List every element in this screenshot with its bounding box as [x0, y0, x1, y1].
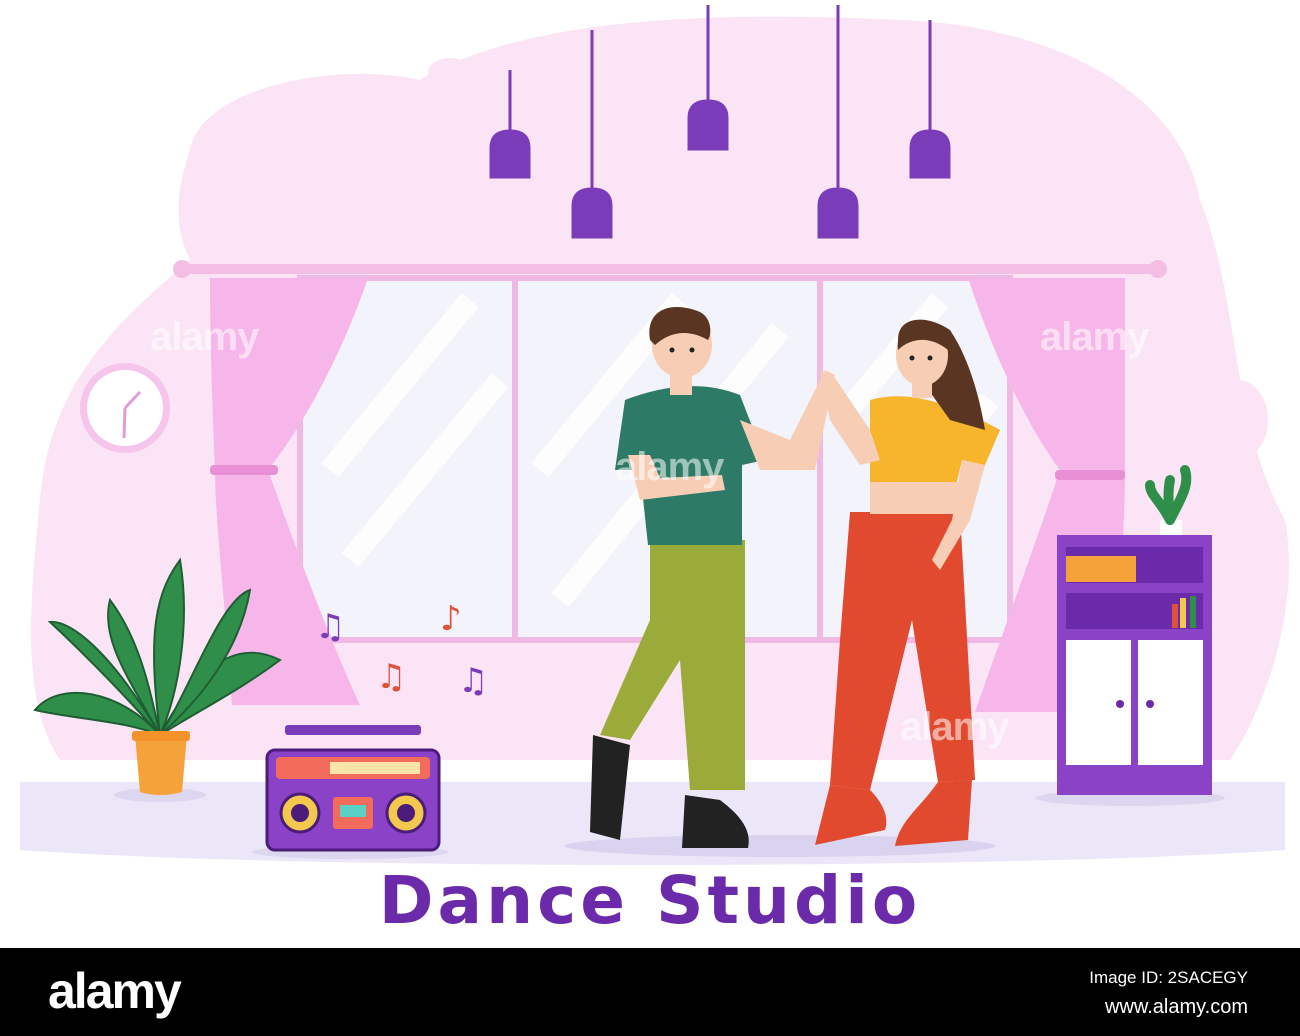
- background-bubble: [428, 58, 472, 86]
- svg-text:♫: ♫: [458, 661, 488, 701]
- svg-text:♫: ♫: [315, 607, 345, 647]
- illustration-title: Dance Studio: [378, 862, 922, 939]
- watermark-text: alamy: [900, 705, 1009, 749]
- curtain-rod: [178, 264, 1164, 274]
- background-bubble: [1208, 380, 1268, 460]
- rod-end: [173, 260, 191, 278]
- curtain-tie: [1055, 470, 1125, 480]
- curtain-tie: [210, 465, 278, 475]
- wall-clock-icon: [80, 363, 170, 453]
- watermark-text: alamy: [1040, 315, 1149, 359]
- watermark-text: alamy: [615, 445, 724, 489]
- watermark-text: alamy: [150, 315, 259, 359]
- rod-end: [1149, 260, 1167, 278]
- alamy-logo: alamy: [48, 963, 182, 1019]
- svg-text:♫: ♫: [376, 657, 406, 697]
- watermark-bar: alamy Image ID: 2SACEGY www.alamy.com: [0, 948, 1300, 1036]
- image-id: Image ID: 2SACEGY: [1089, 968, 1248, 987]
- source-url: www.alamy.com: [1105, 996, 1248, 1018]
- svg-text:♪: ♪: [440, 599, 462, 639]
